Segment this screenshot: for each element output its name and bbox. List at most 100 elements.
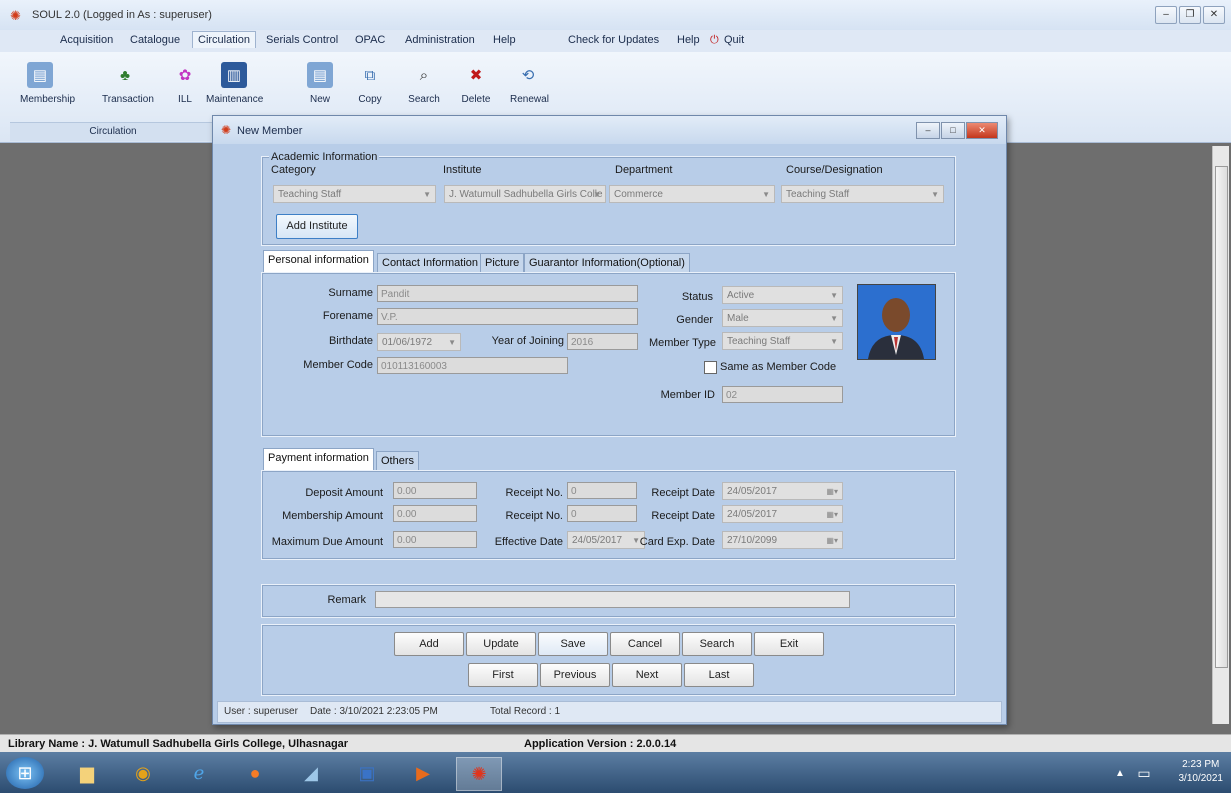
receipt-date-picker-2[interactable]: 24/05/2017 ▦▾ <box>722 505 843 523</box>
main-scrollbar[interactable] <box>1212 146 1229 724</box>
receipt-no-field-2[interactable]: 0 <box>567 505 637 522</box>
chevron-down-icon: ▼ <box>448 338 456 347</box>
tab-contact-information[interactable]: Contact Information <box>377 253 483 273</box>
deposit-amount-field[interactable]: 0.00 <box>393 482 477 499</box>
tab-serials-control[interactable]: Serials Control <box>266 34 338 46</box>
update-button[interactable]: Update <box>466 632 536 656</box>
department-select[interactable]: Commerce ▼ <box>609 185 775 203</box>
institute-label: Institute <box>443 164 482 176</box>
gender-label: Gender <box>676 314 713 326</box>
search-icon: ⌕ <box>419 66 429 84</box>
receipt-date-label-1: Receipt Date <box>651 487 715 499</box>
forename-field[interactable]: V.P. <box>377 308 638 325</box>
academic-legend: Academic Information <box>269 151 380 163</box>
dialog-window-controls: – □ ✕ <box>916 122 998 139</box>
year-joining-field[interactable]: 2016 <box>567 333 638 350</box>
exit-button[interactable]: Exit <box>754 632 824 656</box>
remark-field[interactable] <box>375 591 850 608</box>
status-select[interactable]: Active ▼ <box>722 286 843 304</box>
tab-guarantor-information[interactable]: Guarantor Information(Optional) <box>524 253 690 273</box>
tray-expand-icon[interactable]: ▲ <box>1112 757 1128 789</box>
ill-button[interactable]: ✿ ILL <box>170 62 200 105</box>
search-record-button[interactable]: Search <box>682 632 752 656</box>
department-label: Department <box>615 164 673 176</box>
network-icon[interactable]: ▭ <box>1134 757 1154 789</box>
clock[interactable]: 2:23 PM 3/10/2021 <box>1179 758 1224 786</box>
start-button[interactable]: ⊞ <box>6 757 44 789</box>
help-link[interactable]: Help <box>677 34 700 46</box>
app-icon[interactable]: ◢ <box>292 757 330 789</box>
tab-help[interactable]: Help <box>493 34 516 46</box>
restore-icon[interactable]: ❐ <box>1179 6 1201 24</box>
copy-button[interactable]: ⧉ Copy <box>352 62 388 106</box>
dialog-title: New Member <box>237 125 303 137</box>
media-player-icon[interactable]: ▶ <box>404 757 442 789</box>
remark-label: Remark <box>327 594 366 606</box>
close-icon[interactable]: ✕ <box>1203 6 1225 24</box>
chevron-down-icon: ▼ <box>423 190 431 199</box>
firefox-icon[interactable]: ● <box>236 757 274 789</box>
new-member-dialog: ✺ New Member – □ ✕ Academic Information … <box>212 115 1007 725</box>
category-select[interactable]: Teaching Staff ▼ <box>273 185 436 203</box>
membership-button[interactable]: ▤ Membership <box>20 62 75 105</box>
dialog-title-bar: ✺ New Member – □ ✕ <box>213 116 1006 144</box>
power-icon: ⏻ <box>710 34 719 46</box>
add-button[interactable]: Add <box>394 632 464 656</box>
maintenance-button[interactable]: ▥ Maintenance <box>206 62 263 105</box>
tab-circulation[interactable]: Circulation <box>192 31 256 48</box>
membership-amount-field[interactable]: 0.00 <box>393 505 477 522</box>
next-button[interactable]: Next <box>612 663 682 687</box>
renewal-button[interactable]: ⟲ Renewal <box>510 62 549 105</box>
member-type-select[interactable]: Teaching Staff ▼ <box>722 332 843 350</box>
soul-taskbar-icon[interactable]: ✺ <box>456 757 502 791</box>
tab-catalogue[interactable]: Catalogue <box>130 34 180 46</box>
maximize-icon[interactable]: □ <box>941 122 965 139</box>
minimize-icon[interactable]: – <box>916 122 940 139</box>
tab-payment-information[interactable]: Payment information <box>263 448 374 470</box>
institute-select[interactable]: J. Watumull Sadhubella Girls Colle ▼ <box>444 185 606 203</box>
same-as-member-code-label: Same as Member Code <box>720 361 837 373</box>
surname-field[interactable]: Pandit <box>377 285 638 302</box>
tab-opac[interactable]: OPAC <box>355 34 385 46</box>
tab-others[interactable]: Others <box>376 451 420 471</box>
card-exp-date-picker[interactable]: 27/10/2099 ▦▾ <box>722 531 843 549</box>
chrome-icon[interactable]: ◉ <box>124 757 162 789</box>
course-select[interactable]: Teaching Staff ▼ <box>781 185 944 203</box>
status-date: Date : 3/10/2021 2:23:05 PM <box>310 706 438 717</box>
receipt-date-picker-1[interactable]: 24/05/2017 ▦▾ <box>722 482 843 500</box>
add-institute-button[interactable]: Add Institute <box>276 214 358 239</box>
tab-personal-information[interactable]: Personal information <box>263 250 374 272</box>
search-button[interactable]: ⌕ Search <box>406 62 442 106</box>
taskbar: ⊞ ▆ ◉ ℯ ● ◢ ▣ ▶ ✺ ▲ ▭ 2:23 PM 3/10/2021 <box>0 752 1231 793</box>
tab-picture[interactable]: Picture <box>480 253 525 273</box>
receipt-no-label-1: Receipt No. <box>505 487 563 499</box>
word-icon[interactable]: ▣ <box>348 757 386 789</box>
max-due-amount-label: Maximum Due Amount <box>271 536 383 548</box>
transaction-button[interactable]: ♣ Transaction <box>102 62 154 106</box>
check-updates-link[interactable]: Check for Updates <box>568 34 659 46</box>
first-button[interactable]: First <box>468 663 538 687</box>
file-explorer-icon[interactable]: ▆ <box>68 757 106 789</box>
member-code-field[interactable]: 010113160003 <box>377 357 568 374</box>
delete-button[interactable]: ✖ Delete <box>458 62 494 105</box>
internet-explorer-icon[interactable]: ℯ <box>180 757 218 789</box>
new-button[interactable]: ▤ New <box>302 62 338 105</box>
cancel-button[interactable]: Cancel <box>610 632 680 656</box>
gender-select[interactable]: Male ▼ <box>722 309 843 327</box>
same-as-member-code-checkbox[interactable] <box>704 361 717 374</box>
max-due-amount-field[interactable]: 0.00 <box>393 531 477 548</box>
close-icon[interactable]: ✕ <box>966 122 998 139</box>
last-button[interactable]: Last <box>684 663 754 687</box>
minimize-icon[interactable]: – <box>1155 6 1177 24</box>
receipt-no-field-1[interactable]: 0 <box>567 482 637 499</box>
year-joining-label: Year of Joining <box>491 335 564 347</box>
quit-button[interactable]: Quit <box>724 34 744 46</box>
tab-administration[interactable]: Administration <box>405 34 475 46</box>
save-button[interactable]: Save <box>538 632 608 656</box>
ribbon-tabs: Acquisition Catalogue Circulation Serial… <box>0 30 1231 52</box>
scrollbar-thumb[interactable] <box>1215 166 1228 668</box>
member-id-field[interactable]: 02 <box>722 386 843 403</box>
birthdate-picker[interactable]: 01/06/1972 ▼ <box>377 333 461 351</box>
previous-button[interactable]: Previous <box>540 663 610 687</box>
tab-acquisition[interactable]: Acquisition <box>60 34 113 46</box>
